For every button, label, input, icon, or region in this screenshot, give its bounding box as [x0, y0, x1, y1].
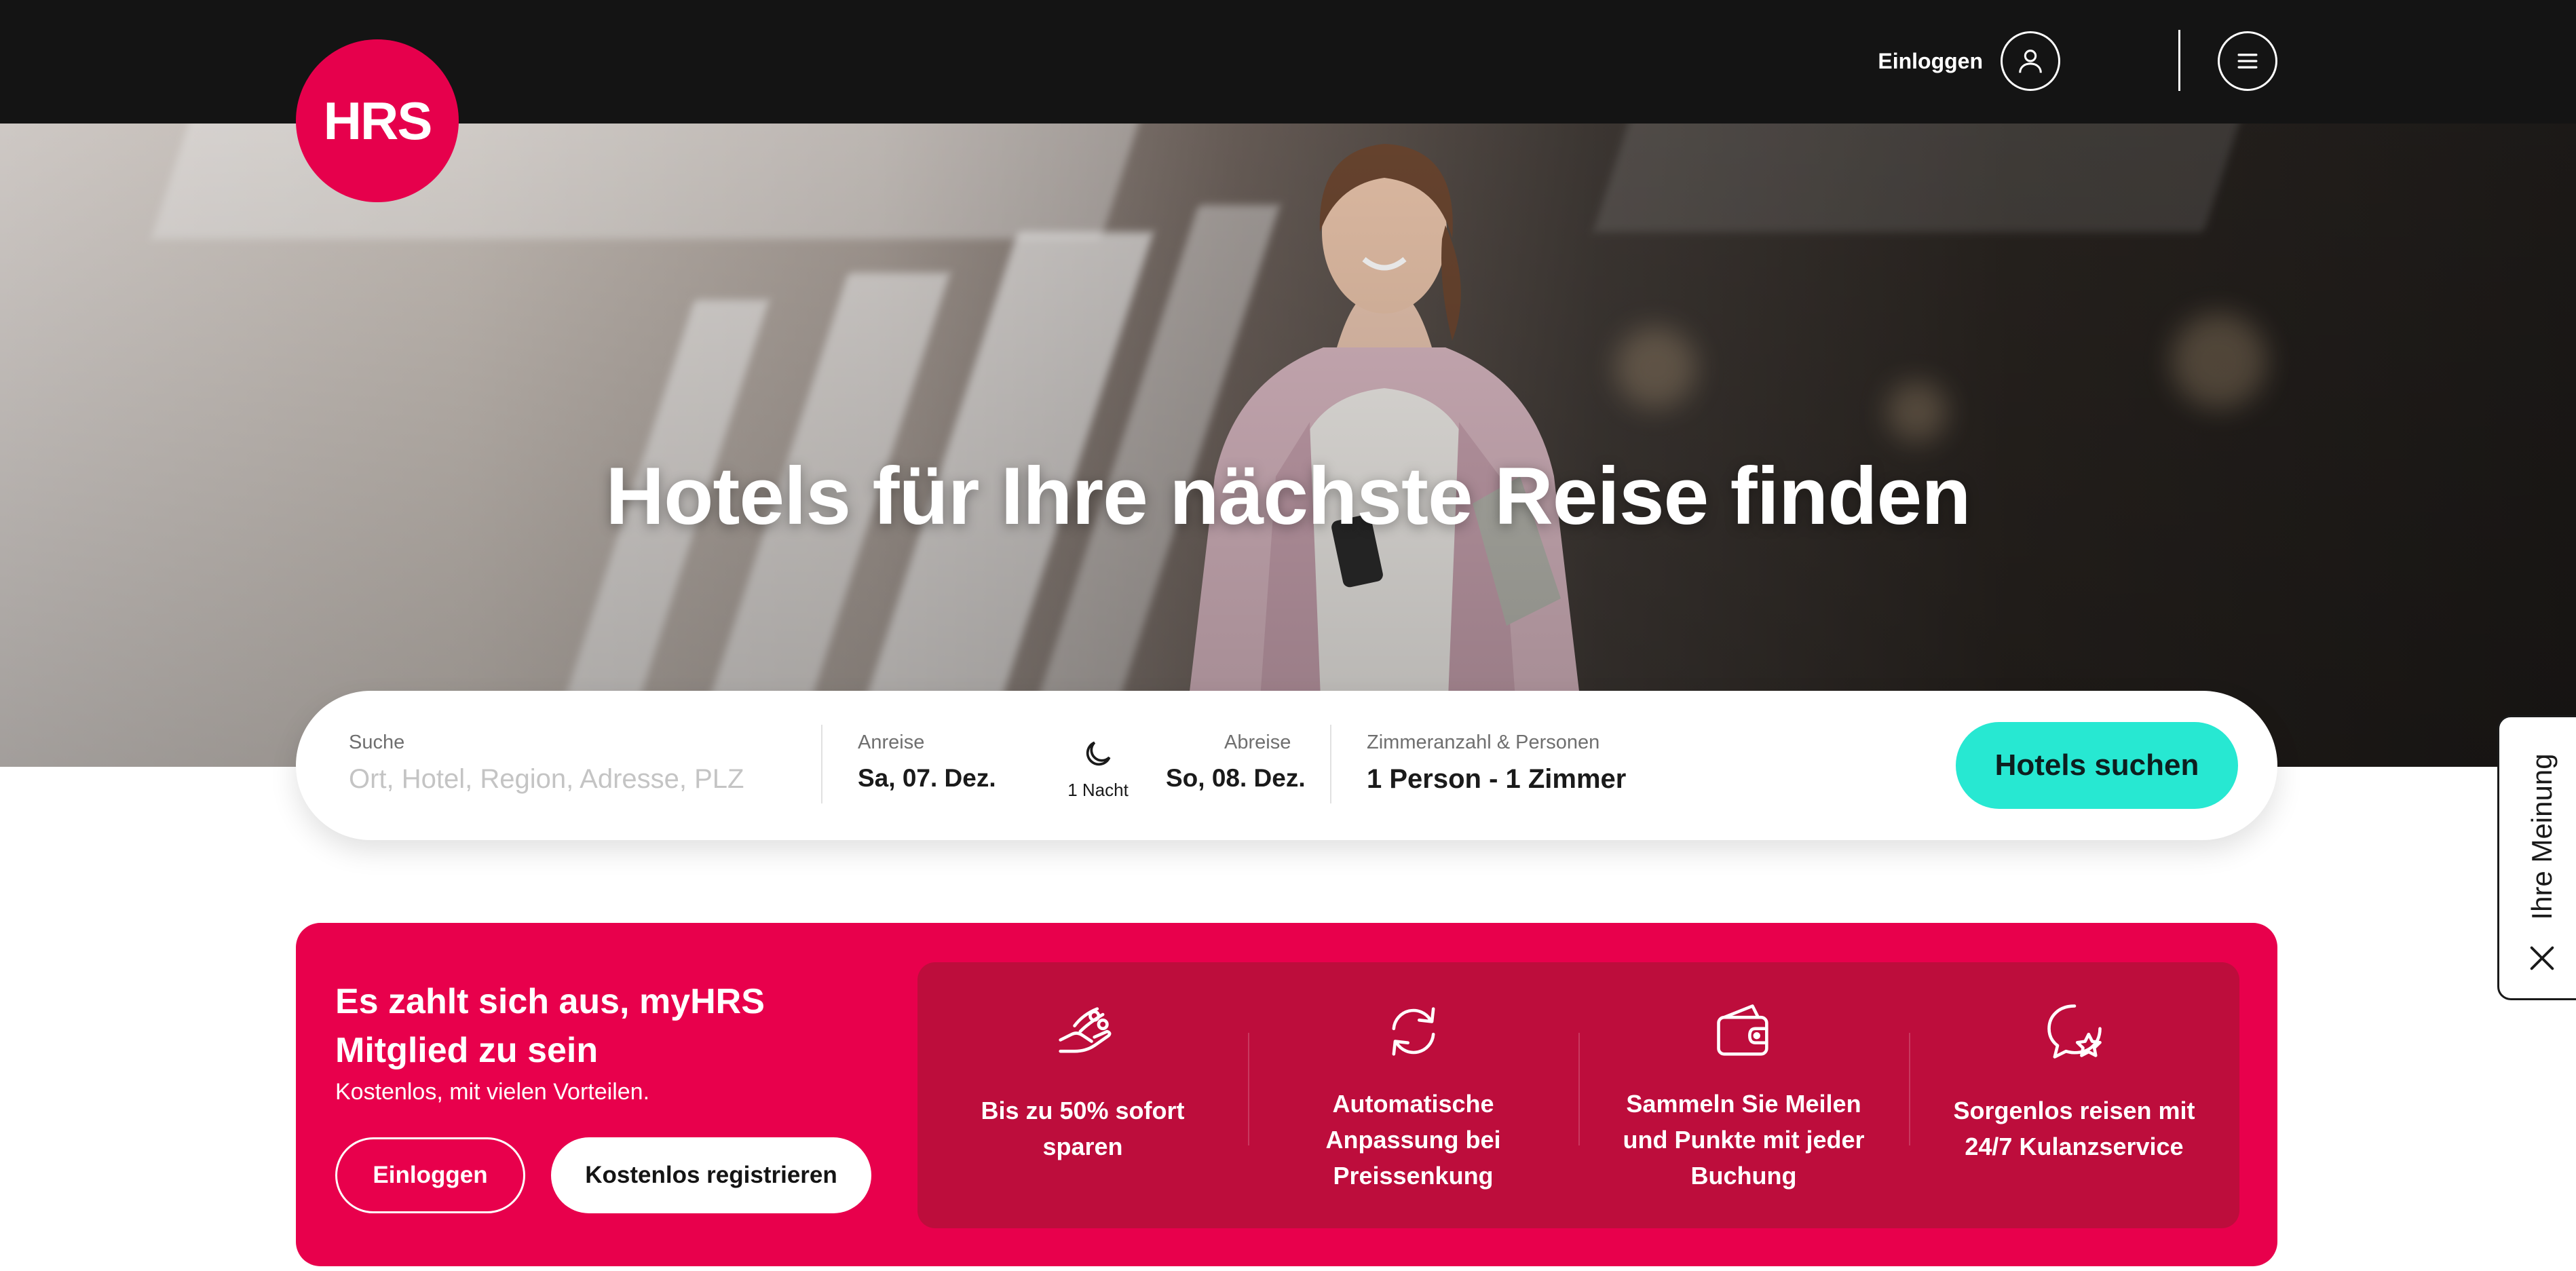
feedback-tab[interactable]: Ihre Meinung: [2497, 715, 2576, 1000]
header-login-label[interactable]: Einloggen: [1878, 49, 1983, 74]
arrival-date[interactable]: Sa, 07. Dez.: [858, 764, 996, 793]
register-button[interactable]: Kostenlos registrieren: [551, 1137, 871, 1213]
rooms-label: Zimmeranzahl & Personen: [1367, 732, 1600, 753]
wallet-icon: [1716, 1004, 1768, 1056]
arrival-label: Anreise: [858, 732, 925, 753]
hamburger-menu-icon[interactable]: [2218, 31, 2277, 91]
benefit-text: Bis zu 50% sofort sparen: [981, 1097, 1185, 1160]
hand-coins-icon: [1058, 1007, 1111, 1053]
benefit-item: Sorgenlos reisen mit 24/7 Kulanzservice: [1909, 962, 2239, 1228]
search-hotels-button[interactable]: Hotels suchen: [1956, 722, 2238, 809]
promo-title: Es zahlt sich aus, myHRS Mitglied zu sei…: [335, 982, 765, 1070]
benefit-item: Automatische Anpassung bei Preissenkung: [1248, 962, 1578, 1228]
benefits-panel: Bis zu 50% sofort sparen Automatische An…: [917, 962, 2239, 1228]
benefit-item: Bis zu 50% sofort sparen: [917, 962, 1248, 1228]
nights-indicator: 1 Nacht: [1044, 737, 1152, 801]
hero-title: Hotels für Ihre nächste Reise finden: [605, 451, 1971, 542]
rooms-persons-select[interactable]: 1 Person - 1 Zimmer: [1367, 764, 1626, 795]
refresh-arrows-icon: [1392, 1007, 1435, 1056]
close-icon[interactable]: [2526, 943, 2558, 974]
benefit-item: Sammeln Sie Meilen und Punkte mit jeder …: [1578, 962, 1909, 1228]
myhrs-promo-banner: Es zahlt sich aus, myHRS Mitglied zu sei…: [296, 923, 2277, 1266]
chat-star-icon: [2047, 1004, 2102, 1059]
moon-icon: [1086, 741, 1111, 766]
search-label: Suche: [349, 732, 405, 753]
hero-banner: Hotels für Ihre nächste Reise finden: [0, 124, 2576, 767]
user-icon[interactable]: [2001, 31, 2060, 91]
promo-login-button[interactable]: Einloggen: [335, 1137, 525, 1213]
hotel-search-bar: Suche Ort, Hotel, Region, Adresse, PLZ A…: [296, 691, 2277, 840]
benefit-text: Sammeln Sie Meilen und Punkte mit jeder …: [1623, 1090, 1865, 1190]
benefit-text: Sorgenlos reisen mit 24/7 Kulanzservice: [1953, 1097, 2195, 1160]
departure-date[interactable]: So, 08. Dez.: [1166, 764, 1306, 793]
search-divider: [821, 725, 822, 803]
benefit-text: Automatische Anpassung bei Preissenkung: [1325, 1090, 1501, 1190]
hrs-logo[interactable]: HRS: [296, 39, 459, 202]
search-divider: [1330, 725, 1331, 803]
promo-subtitle: Kostenlos, mit vielen Vorteilen.: [335, 1079, 650, 1105]
departure-label: Abreise: [1224, 732, 1291, 753]
feedback-label[interactable]: Ihre Meinung: [2526, 753, 2558, 919]
header-divider: [2178, 30, 2180, 91]
nights-value: 1 Nacht: [1067, 780, 1129, 800]
header-login[interactable]: Einloggen: [1878, 31, 2060, 91]
search-input[interactable]: Ort, Hotel, Region, Adresse, PLZ: [349, 764, 744, 795]
